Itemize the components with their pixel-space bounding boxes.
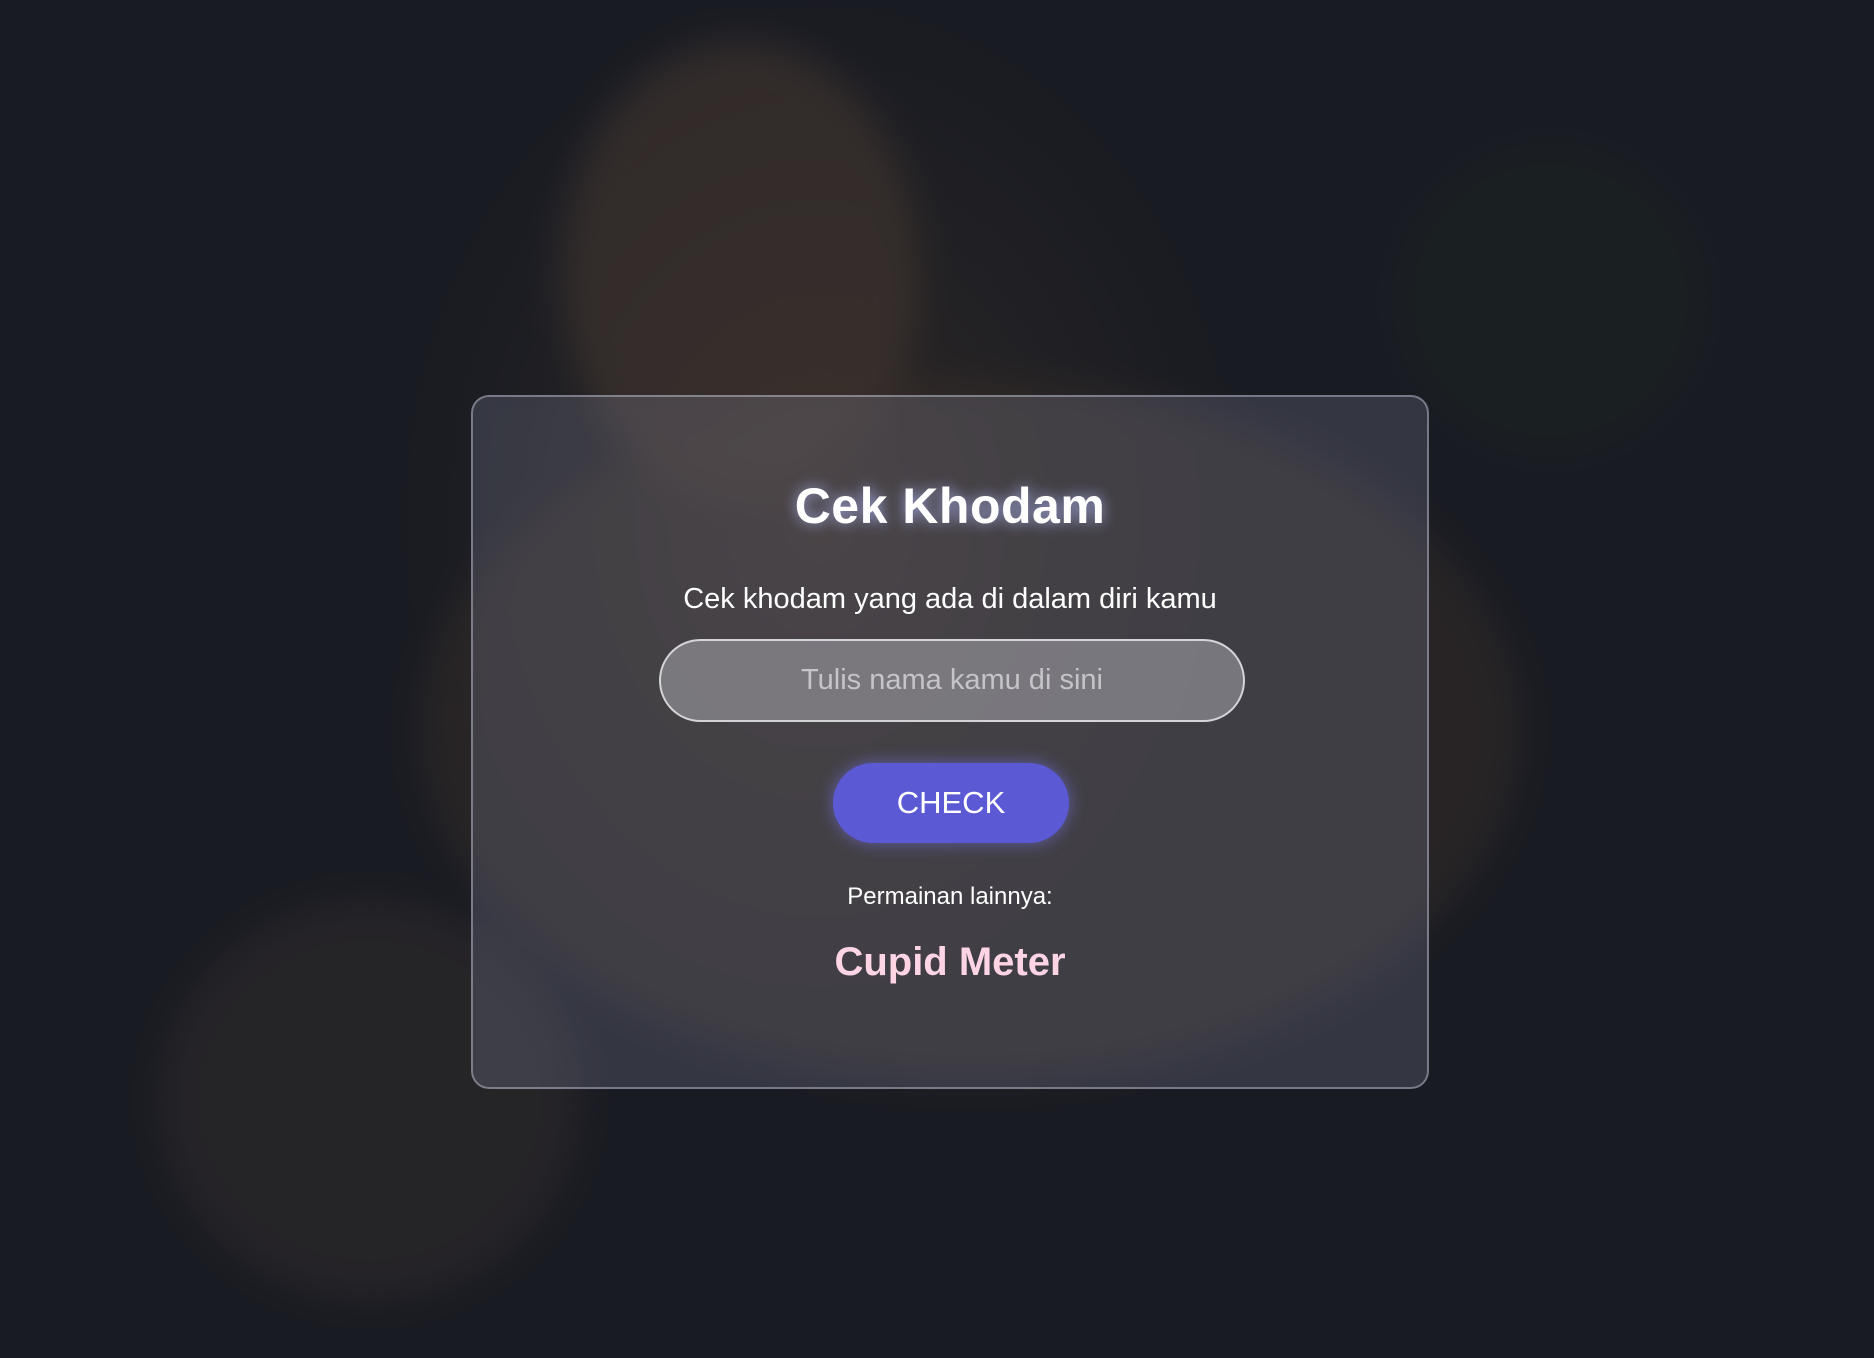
subtitle-text: Cek khodam yang ada di dalam diri kamu	[683, 583, 1217, 615]
other-games-label: Permainan lainnya:	[847, 883, 1053, 910]
cupid-meter-link[interactable]: Cupid Meter	[473, 940, 1427, 985]
name-input[interactable]	[659, 639, 1245, 722]
check-button[interactable]: CHECK	[833, 763, 1069, 843]
khodam-card: Cek Khodam Cek khodam yang ada di dalam …	[471, 395, 1429, 1089]
page-title: Cek Khodam	[794, 478, 1106, 534]
